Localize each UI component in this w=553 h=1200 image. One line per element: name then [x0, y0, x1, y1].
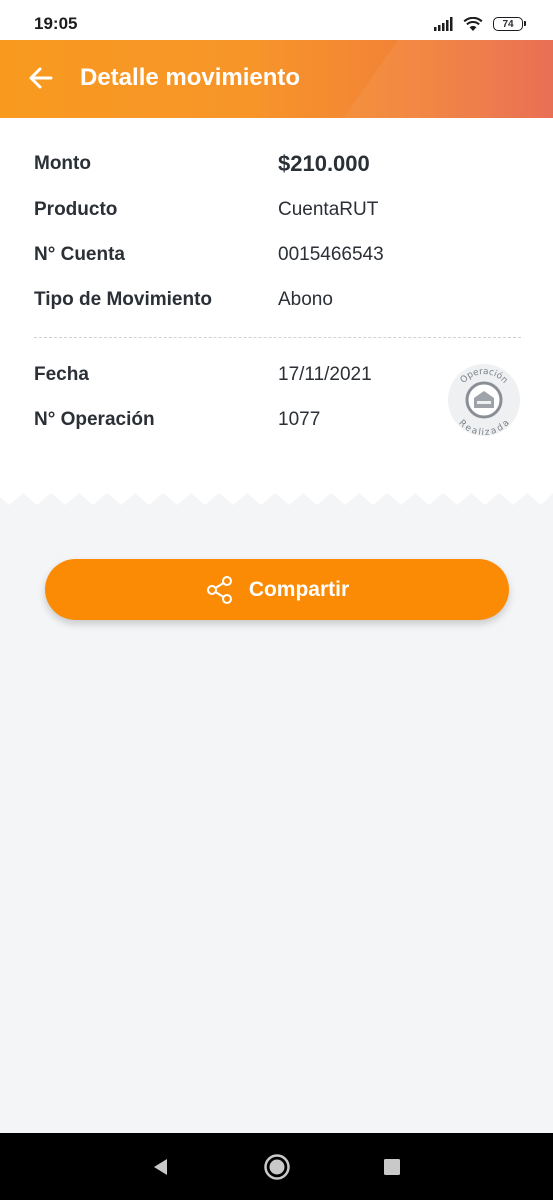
status-icons: 74 — [434, 14, 526, 34]
battery-icon: 74 — [493, 17, 526, 31]
account-value: 0015466543 — [278, 244, 384, 265]
nav-home-button[interactable] — [263, 1153, 291, 1181]
page-title: Detalle movimiento — [80, 64, 301, 91]
operation-label: N° Operación — [34, 409, 155, 430]
battery-level: 74 — [502, 18, 514, 30]
system-nav-bar — [0, 1133, 553, 1200]
share-button-label: Compartir — [248, 577, 350, 601]
account-label: N° Cuenta — [34, 244, 125, 265]
status-time: 19:05 — [34, 14, 78, 33]
amount-label: Monto — [34, 153, 91, 174]
operation-value: 1077 — [278, 409, 321, 430]
receipt-zigzag-edge — [0, 491, 553, 505]
amount-value: $210.000 — [278, 151, 370, 176]
wifi-icon — [463, 16, 483, 31]
detail-row-product: Producto CuentaRUT — [34, 197, 524, 223]
detail-row-movement-type: Tipo de Movimiento Abono — [34, 287, 524, 313]
date-value: 17/11/2021 — [278, 364, 372, 385]
movement-type-value: Abono — [278, 289, 333, 310]
operation-done-stamp: Operación Realizada — [448, 364, 520, 438]
share-button[interactable]: Compartir — [45, 559, 509, 620]
status-bar: 19:05 74 — [0, 0, 553, 40]
nav-back-button[interactable] — [146, 1153, 174, 1181]
back-button[interactable] — [22, 60, 58, 96]
product-value: CuentaRUT — [278, 199, 379, 220]
signal-icon — [434, 17, 453, 31]
back-triangle-icon — [154, 1159, 167, 1175]
arrow-left-icon — [29, 67, 53, 89]
app-header: Detalle movimiento — [0, 40, 553, 118]
dashed-divider — [34, 337, 521, 338]
detail-row-account: N° Cuenta 0015466543 — [34, 242, 524, 268]
detail-row-amount: Monto $210.000 — [34, 151, 524, 177]
movement-type-label: Tipo de Movimiento — [34, 289, 213, 310]
header-decoration — [306, 40, 553, 118]
recents-square-icon — [384, 1159, 400, 1175]
date-label: Fecha — [34, 364, 89, 385]
product-label: Producto — [34, 199, 118, 220]
nav-recents-button[interactable] — [378, 1153, 406, 1181]
home-circle-icon — [264, 1154, 290, 1180]
share-icon — [206, 575, 232, 604]
